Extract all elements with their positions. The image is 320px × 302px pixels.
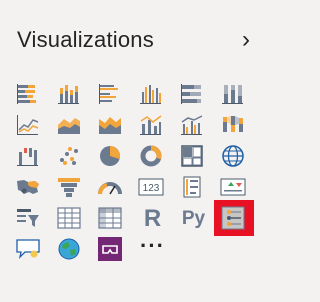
gauge-visual[interactable] <box>91 172 132 203</box>
kpi-visual[interactable] <box>214 172 255 203</box>
visual-gallery: 123 R Py ··· <box>9 79 255 265</box>
map-visual[interactable] <box>214 141 255 172</box>
kpi-icon <box>220 178 246 196</box>
stacked-area-chart-icon <box>99 117 121 134</box>
line-and-clustered-column-icon <box>181 115 203 135</box>
multi-row-card-icon <box>183 176 201 198</box>
more-options-icon: ··· <box>140 233 165 258</box>
arcgis-maps-visual[interactable] <box>50 234 91 265</box>
stacked-column-chart-icon <box>58 85 79 104</box>
waterfall-chart-visual[interactable] <box>9 141 50 172</box>
line-and-clustered-column-chart-visual[interactable] <box>173 110 214 141</box>
stacked-column-chart-visual[interactable] <box>50 79 91 110</box>
waterfall-chart-icon <box>17 148 38 166</box>
donut-chart-icon <box>140 145 162 167</box>
slicer-visual[interactable] <box>9 203 50 234</box>
matrix-visual[interactable] <box>91 203 132 234</box>
more-visuals-button[interactable]: ··· <box>132 234 173 265</box>
treemap-visual[interactable] <box>173 141 214 172</box>
r-script-visual[interactable]: R <box>132 203 173 234</box>
visualizations-pane: Visualizations › 123 R Py ··· <box>0 0 270 302</box>
slicer-icon <box>17 209 39 227</box>
scatter-chart-visual[interactable] <box>50 141 91 172</box>
key-influencers-icon <box>221 206 245 230</box>
clustered-column-chart-icon <box>140 85 161 104</box>
speech-bubble-icon <box>16 239 40 259</box>
ribbon-chart-visual[interactable] <box>214 110 255 141</box>
line-chart-visual[interactable] <box>9 110 50 141</box>
funnel-icon <box>58 178 80 197</box>
card-visual[interactable]: 123 <box>132 172 173 203</box>
matrix-icon <box>98 207 122 229</box>
line-and-stacked-column-chart-visual[interactable] <box>132 110 173 141</box>
donut-chart-visual[interactable] <box>132 141 173 172</box>
100-percent-stacked-bar-icon <box>181 84 201 104</box>
globe-icon <box>222 145 244 167</box>
line-chart-icon <box>17 115 39 135</box>
arcgis-globe-icon <box>58 238 80 260</box>
clustered-bar-chart-visual[interactable] <box>91 79 132 110</box>
r-label: R <box>143 205 162 232</box>
collapse-pane-button[interactable]: › <box>236 25 256 55</box>
table-icon <box>57 207 81 229</box>
power-apps-icon <box>98 237 122 261</box>
q-and-a-visual[interactable] <box>9 234 50 265</box>
stacked-area-chart-visual[interactable] <box>91 110 132 141</box>
ribbon-chart-icon <box>223 116 243 132</box>
stacked-bar-chart-icon <box>17 84 36 104</box>
filled-map-icon <box>17 180 39 194</box>
power-apps-visual[interactable] <box>91 234 132 265</box>
area-chart-icon <box>58 118 80 134</box>
clustered-column-chart-visual[interactable] <box>132 79 173 110</box>
py-label: Py <box>181 208 206 229</box>
100-percent-stacked-column-chart-visual[interactable] <box>214 79 255 110</box>
treemap-icon <box>181 145 203 167</box>
gauge-icon <box>98 182 122 195</box>
python-visual[interactable]: Py <box>173 203 214 234</box>
stacked-bar-chart-visual[interactable] <box>9 79 50 110</box>
chevron-right-icon: › <box>242 26 250 53</box>
funnel-visual[interactable] <box>50 172 91 203</box>
100-percent-stacked-bar-chart-visual[interactable] <box>173 79 214 110</box>
card-icon: 123 <box>138 178 164 196</box>
table-visual[interactable] <box>50 203 91 234</box>
scatter-chart-icon <box>60 147 78 165</box>
line-and-stacked-column-icon <box>140 115 162 135</box>
card-label: 123 <box>143 183 160 194</box>
filled-map-visual[interactable] <box>9 172 50 203</box>
pane-title: Visualizations <box>17 27 154 52</box>
key-influencers-visual[interactable] <box>214 200 255 236</box>
clustered-bar-chart-icon <box>99 84 118 104</box>
multi-row-card-visual[interactable] <box>173 172 214 203</box>
pie-chart-icon <box>100 146 120 166</box>
100-percent-stacked-column-icon <box>222 85 243 104</box>
area-chart-visual[interactable] <box>50 110 91 141</box>
pie-chart-visual[interactable] <box>91 141 132 172</box>
